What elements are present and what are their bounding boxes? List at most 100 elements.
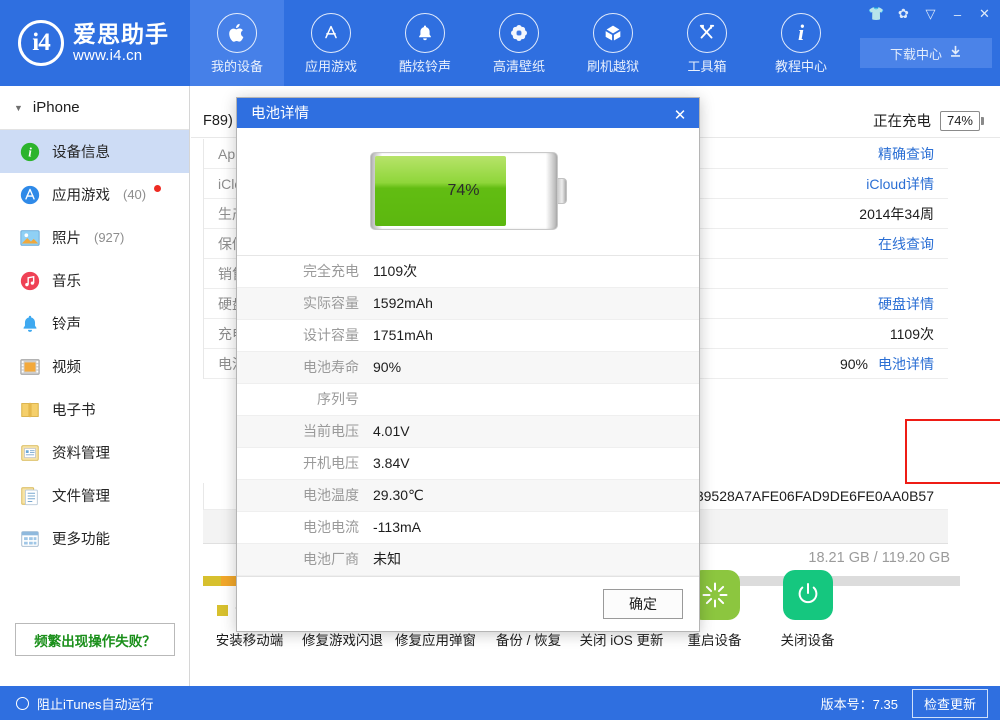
battery-percent-label: 74% xyxy=(940,111,980,131)
sidebar-menu: i 设备信息 应用游戏 (40) 照片 (927) xyxy=(0,130,189,560)
table-row: 开机电压 3.84V xyxy=(237,448,699,480)
music-icon xyxy=(19,270,41,292)
ok-button[interactable]: 确定 xyxy=(603,589,683,619)
minimize-icon[interactable]: – xyxy=(944,2,971,26)
row-key: 设计容量 xyxy=(237,325,373,345)
sidebar-item-label: 资料管理 xyxy=(52,442,110,463)
battery-detail-link[interactable]: 电池详情 xyxy=(878,356,934,372)
power-icon xyxy=(783,570,833,620)
sidebar-item-label: 视频 xyxy=(52,356,81,377)
status-bar-right: 版本号：7.35 检查更新 xyxy=(821,689,1000,718)
sidebar-item-ebooks[interactable]: 电子书 xyxy=(0,388,189,431)
row-value: 3.84V xyxy=(373,455,410,471)
battery-percent-text: 74% xyxy=(371,153,557,229)
battery-graphic: 74% xyxy=(370,152,567,230)
nav-item-wallpapers[interactable]: 高清壁纸 xyxy=(472,0,566,86)
bell-icon xyxy=(19,313,41,335)
i4-logo-icon: i4 xyxy=(18,20,64,66)
menu-icon[interactable]: ▽ xyxy=(917,2,944,26)
nav-label: 我的设备 xyxy=(211,59,263,74)
tool-label: 关闭 iOS 更新 xyxy=(579,629,663,649)
notification-badge-icon xyxy=(154,185,161,192)
row-value: 未知 xyxy=(373,549,401,569)
sidebar-item-apps-games[interactable]: 应用游戏 (40) xyxy=(0,173,189,216)
nav-item-jailbreak[interactable]: 刷机越狱 xyxy=(566,0,660,86)
battery-cap-icon xyxy=(981,117,984,125)
row-link[interactable]: 硬盘详情 xyxy=(878,296,934,312)
photo-icon xyxy=(19,227,41,249)
nav-item-tutorials[interactable]: i 教程中心 xyxy=(754,0,848,86)
nav-label: 教程中心 xyxy=(775,59,827,74)
row-value: 1592mAh xyxy=(373,295,433,311)
nav-item-toolbox[interactable]: 工具箱 xyxy=(660,0,754,86)
nav-label: 刷机越狱 xyxy=(587,59,639,74)
nav-item-apps-games[interactable]: 应用游戏 xyxy=(284,0,378,86)
box-icon xyxy=(593,13,633,53)
nav-item-my-device[interactable]: 我的设备 xyxy=(190,0,284,86)
itunes-block-toggle[interactable]: 阻止iTunes自动运行 xyxy=(0,694,154,713)
sidebar-item-label: 更多功能 xyxy=(52,528,110,549)
brand-logo[interactable]: i4 爱思助手 www.i4.cn xyxy=(0,0,190,86)
settings-icon[interactable]: ✿ xyxy=(890,2,917,26)
svg-text:i: i xyxy=(28,145,32,159)
download-center-button[interactable]: 下载中心 xyxy=(860,38,992,68)
row-value: 29.30℃ xyxy=(373,487,424,504)
help-link-label: 频繁出现操作失败？ xyxy=(34,630,156,650)
sidebar-item-more[interactable]: 更多功能 xyxy=(0,517,189,560)
row-value: 4.01V xyxy=(373,423,410,439)
help-link-button[interactable]: 频繁出现操作失败？ xyxy=(15,623,175,656)
dialog-footer: 确定 xyxy=(237,576,699,631)
flower-icon xyxy=(499,13,539,53)
sidebar-item-music[interactable]: 音乐 xyxy=(0,259,189,302)
row-link[interactable]: 精确查询 xyxy=(878,146,934,162)
close-icon[interactable]: ✕ xyxy=(971,2,998,26)
close-icon[interactable]: ✕ xyxy=(661,98,699,132)
brand-title: 爱思助手 xyxy=(73,21,169,47)
row-key: 电池厂商 xyxy=(237,549,373,569)
radio-icon xyxy=(16,697,29,710)
wrench-icon xyxy=(687,13,727,53)
tool-power-off-device[interactable]: 关闭设备 xyxy=(761,566,854,649)
sidebar-item-data-manage[interactable]: 资料管理 xyxy=(0,431,189,474)
status-bar: 阻止iTunes自动运行 版本号：7.35 检查更新 xyxy=(0,686,1000,720)
appstore-icon xyxy=(19,184,41,206)
nav-label: 高清壁纸 xyxy=(493,59,545,74)
chevron-down-icon: ▼ xyxy=(14,103,23,113)
version-label: 版本号：7.35 xyxy=(821,694,898,713)
row-key: 开机电压 xyxy=(237,453,373,473)
row-link[interactable]: iCloud详情 xyxy=(866,176,934,192)
app-window: i4 爱思助手 www.i4.cn 我的设备 应用游戏 xyxy=(0,0,1000,720)
battery-detail-dialog: 电池详情 ✕ 74% 完全充电 1109次 实际容量 1592mAh xyxy=(236,97,700,632)
sidebar-item-device-info[interactable]: i 设备信息 xyxy=(0,130,189,173)
nav-item-ringtones[interactable]: 酷炫铃声 xyxy=(378,0,472,86)
check-update-button[interactable]: 检查更新 xyxy=(912,689,988,718)
row-value: 1109次 xyxy=(373,261,417,281)
table-row: 电池温度 29.30℃ xyxy=(237,480,699,512)
sidebar-item-label: 电子书 xyxy=(52,399,96,420)
tool-label: 修复游戏闪退 xyxy=(302,629,383,649)
table-row: 实际容量 1592mAh xyxy=(237,288,699,320)
sidebar-device-header[interactable]: ▼ iPhone xyxy=(0,86,189,130)
nav-label: 酷炫铃声 xyxy=(399,59,451,74)
table-row: 序列号 xyxy=(237,384,699,416)
sidebar-item-videos[interactable]: 视频 xyxy=(0,345,189,388)
brand-text: 爱思助手 www.i4.cn xyxy=(73,21,169,65)
sidebar-item-photos[interactable]: 照片 (927) xyxy=(0,216,189,259)
download-center-label: 下载中心 xyxy=(890,44,942,63)
more-icon xyxy=(19,528,41,550)
download-icon xyxy=(949,45,962,61)
sidebar-item-label: 音乐 xyxy=(52,270,81,291)
top-navigation-bar: i4 爱思助手 www.i4.cn 我的设备 应用游戏 xyxy=(0,0,1000,86)
sidebar-item-ringtones[interactable]: 铃声 xyxy=(0,302,189,345)
red-highlight-box xyxy=(905,419,1000,484)
row-value: 90% xyxy=(373,359,401,375)
apple-icon xyxy=(217,13,257,53)
row-link[interactable]: 在线查询 xyxy=(878,236,934,252)
sidebar-item-file-manage[interactable]: 文件管理 xyxy=(0,474,189,517)
appstore-icon xyxy=(311,13,351,53)
table-row: 完全充电 1109次 xyxy=(237,256,699,288)
sidebar-item-label: 铃声 xyxy=(52,313,81,334)
file-icon xyxy=(19,485,41,507)
table-row: 电池厂商 未知 xyxy=(237,544,699,576)
skin-icon[interactable]: 👕 xyxy=(863,2,890,26)
